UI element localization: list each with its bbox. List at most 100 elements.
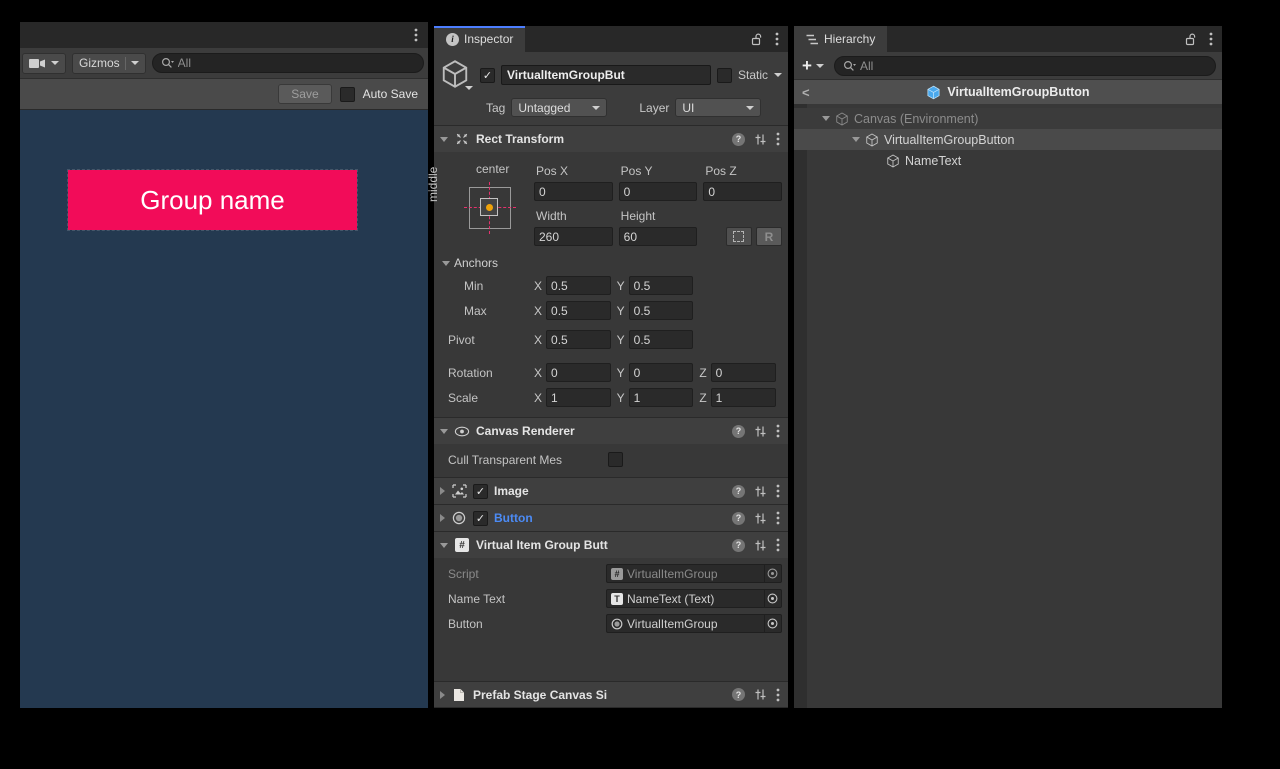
presets-icon[interactable] [754,485,767,498]
cull-transparent-mesh-checkbox[interactable] [608,452,623,467]
text-icon: T [611,593,623,605]
component-menu-kebab-icon[interactable] [776,484,780,498]
rotation-x-field[interactable]: 0 [546,363,611,382]
scale-x-field[interactable]: 1 [546,388,611,407]
group-name-button-preview[interactable]: Group name [68,170,357,230]
tree-item-virtualitemgroupbutton[interactable]: VirtualItemGroupButton [794,129,1222,150]
button-component-header[interactable]: ✓ Button ? [434,504,788,531]
component-menu-kebab-icon[interactable] [776,688,780,702]
anchor-preset-widget[interactable] [464,182,516,234]
static-dropdown-icon[interactable] [774,73,782,77]
gameobject-active-checkbox[interactable]: ✓ [480,68,495,83]
object-picker-icon[interactable] [764,565,779,582]
presets-icon[interactable] [754,425,767,438]
gameobject-cube-icon[interactable] [440,59,474,91]
rect-transform-body: center middle Pos X Pos Y Pos Z 0 0 0 Wi… [434,152,788,417]
tree-item-nametext[interactable]: NameText [794,150,1222,171]
button-object-field[interactable]: VirtualItemGroup [606,614,782,633]
component-menu-kebab-icon[interactable] [776,132,780,146]
tab-hierarchy[interactable]: Hierarchy [794,26,887,52]
prefab-stage-canvas-header[interactable]: Prefab Stage Canvas Si ? [434,681,788,708]
inspector-menu-kebab-icon[interactable] [775,32,779,46]
button-enabled-checkbox[interactable]: ✓ [473,511,488,526]
pivot-x-field[interactable]: 0.5 [546,330,611,349]
object-picker-icon[interactable] [764,615,779,632]
virtual-item-group-button-header[interactable]: # Virtual Item Group Butt ? [434,531,788,558]
pivot-y-field[interactable]: 0.5 [629,330,694,349]
component-menu-kebab-icon[interactable] [776,511,780,525]
hierarchy-search-input[interactable] [860,59,1207,73]
pos-y-field[interactable]: 0 [619,182,698,201]
scene-toolbar: Gizmos [20,48,428,79]
tag-dropdown[interactable]: Untagged [511,98,607,117]
chevron-down-icon [51,61,59,65]
scene-menu-kebab-icon[interactable] [414,28,418,42]
component-menu-kebab-icon[interactable] [776,538,780,552]
image-enabled-checkbox[interactable]: ✓ [473,484,488,499]
scale-z-field[interactable]: 1 [711,388,776,407]
tab-inspector[interactable]: i Inspector [434,26,525,52]
height-field[interactable]: 60 [619,227,698,246]
name-text-object-field[interactable]: T NameText (Text) [606,589,782,608]
rect-transform-header[interactable]: Rect Transform ? [434,125,788,152]
help-icon[interactable]: ? [732,485,745,498]
scene-search-field[interactable] [152,53,424,73]
hierarchy-menu-kebab-icon[interactable] [1209,32,1213,46]
anchor-min-y-field[interactable]: 0.5 [629,276,694,295]
component-menu-kebab-icon[interactable] [776,424,780,438]
auto-save-checkbox[interactable] [340,87,355,102]
search-icon [161,57,174,69]
image-component-header[interactable]: ✓ Image ? [434,477,788,504]
anchors-foldout[interactable]: Anchors [434,256,782,270]
anchor-min-x-field[interactable]: 0.5 [546,276,611,295]
foldout-open-icon[interactable] [440,543,448,548]
foldout-closed-icon[interactable] [440,691,445,699]
layer-dropdown[interactable]: UI [675,98,761,117]
lock-icon[interactable] [751,33,763,46]
create-object-button[interactable]: + [800,56,826,76]
tree-item-canvas[interactable]: Canvas (Environment) [794,108,1222,129]
foldout-closed-icon[interactable] [440,514,445,522]
presets-icon[interactable] [754,688,767,701]
foldout-closed-icon[interactable] [440,487,445,495]
pos-x-field[interactable]: 0 [534,182,613,201]
y-prefix: Y [617,304,625,318]
width-field[interactable]: 260 [534,227,613,246]
save-button[interactable]: Save [278,84,331,104]
blueprint-mode-button[interactable] [726,227,752,246]
presets-icon[interactable] [754,512,767,525]
rotation-z-field[interactable]: 0 [711,363,776,382]
anchor-max-y-field[interactable]: 0.5 [629,301,694,320]
canvas-renderer-header[interactable]: Canvas Renderer ? [434,417,788,444]
gameobject-cube-icon [835,112,849,126]
foldout-open-icon[interactable] [440,137,448,142]
help-icon[interactable]: ? [732,688,745,701]
raw-edit-mode-button[interactable]: R [756,227,782,246]
foldout-open-icon[interactable] [852,137,860,142]
hierarchy-search-field[interactable] [834,56,1216,76]
scene-view-panel: Gizmos Save Auto Save Group name [20,22,428,708]
help-icon[interactable]: ? [732,425,745,438]
help-icon[interactable]: ? [732,133,745,146]
static-checkbox[interactable] [717,68,732,83]
scale-y-field[interactable]: 1 [629,388,694,407]
script-object-field[interactable]: # VirtualItemGroup [606,564,782,583]
camera-dropdown-button[interactable] [22,53,66,74]
presets-icon[interactable] [754,539,767,552]
anchor-max-x-field[interactable]: 0.5 [546,301,611,320]
pos-z-field[interactable]: 0 [703,182,782,201]
help-icon[interactable]: ? [732,512,745,525]
gameobject-name-input[interactable] [501,65,711,85]
presets-icon[interactable] [754,133,767,146]
rotation-y-field[interactable]: 0 [629,363,694,382]
lock-icon[interactable] [1185,33,1197,46]
scene-search-input[interactable] [178,56,415,70]
foldout-open-icon[interactable] [822,116,830,121]
object-picker-icon[interactable] [764,590,779,607]
scene-viewport[interactable]: Group name [20,110,428,708]
gizmos-dropdown-button[interactable]: Gizmos [72,53,146,74]
prefab-mode-header[interactable]: < VirtualItemGroupButton [794,80,1222,104]
help-icon[interactable]: ? [732,539,745,552]
foldout-open-icon[interactable] [440,429,448,434]
back-arrow-icon[interactable]: < [802,85,810,100]
